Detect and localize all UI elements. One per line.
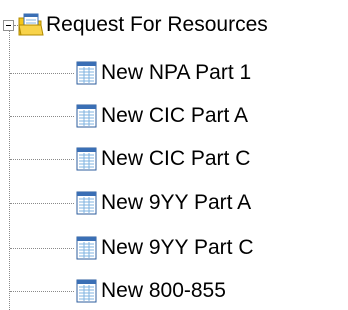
tree-item-label: New NPA Part 1 bbox=[101, 61, 252, 84]
tree-guide-line bbox=[10, 73, 74, 74]
tree-guide-line bbox=[9, 30, 10, 310]
tree-item-new-cic-part-c[interactable]: New CIC Part C bbox=[74, 142, 250, 176]
tree-item-label: New 9YY Part A bbox=[101, 191, 252, 214]
form-document-icon bbox=[76, 279, 97, 303]
tree-item-label: New 9YY Part C bbox=[101, 236, 254, 259]
tree-item-new-cic-part-a[interactable]: New CIC Part A bbox=[74, 99, 248, 133]
tree-node-request-for-resources[interactable]: Request For Resources bbox=[18, 10, 268, 40]
collapse-toggle[interactable] bbox=[3, 20, 14, 31]
resource-tree: Request For Resources New NPA Part 1 New… bbox=[0, 0, 348, 310]
tree-node-label: Request For Resources bbox=[46, 13, 268, 36]
tree-item-label: New 800-855 bbox=[101, 279, 226, 302]
form-document-icon bbox=[76, 236, 97, 260]
tree-item-new-npa-part-1[interactable]: New NPA Part 1 bbox=[74, 56, 251, 90]
form-document-icon bbox=[76, 191, 97, 215]
form-document-icon bbox=[76, 104, 97, 128]
tree-guide-line bbox=[10, 203, 74, 204]
tree-guide-line bbox=[10, 248, 74, 249]
form-document-icon bbox=[76, 61, 97, 85]
tree-item-new-9yy-part-a[interactable]: New 9YY Part A bbox=[74, 186, 251, 220]
tree-item-label: New CIC Part C bbox=[101, 147, 251, 170]
folder-document-icon bbox=[18, 13, 44, 37]
tree-item-label: New CIC Part A bbox=[101, 104, 249, 127]
tree-item-new-9yy-part-c[interactable]: New 9YY Part C bbox=[74, 231, 254, 265]
tree-guide-line bbox=[10, 116, 74, 117]
tree-guide-line bbox=[10, 291, 74, 292]
tree-item-new-800-855[interactable]: New 800-855 bbox=[74, 274, 226, 308]
form-document-icon bbox=[76, 147, 97, 171]
tree-guide-line bbox=[10, 159, 74, 160]
